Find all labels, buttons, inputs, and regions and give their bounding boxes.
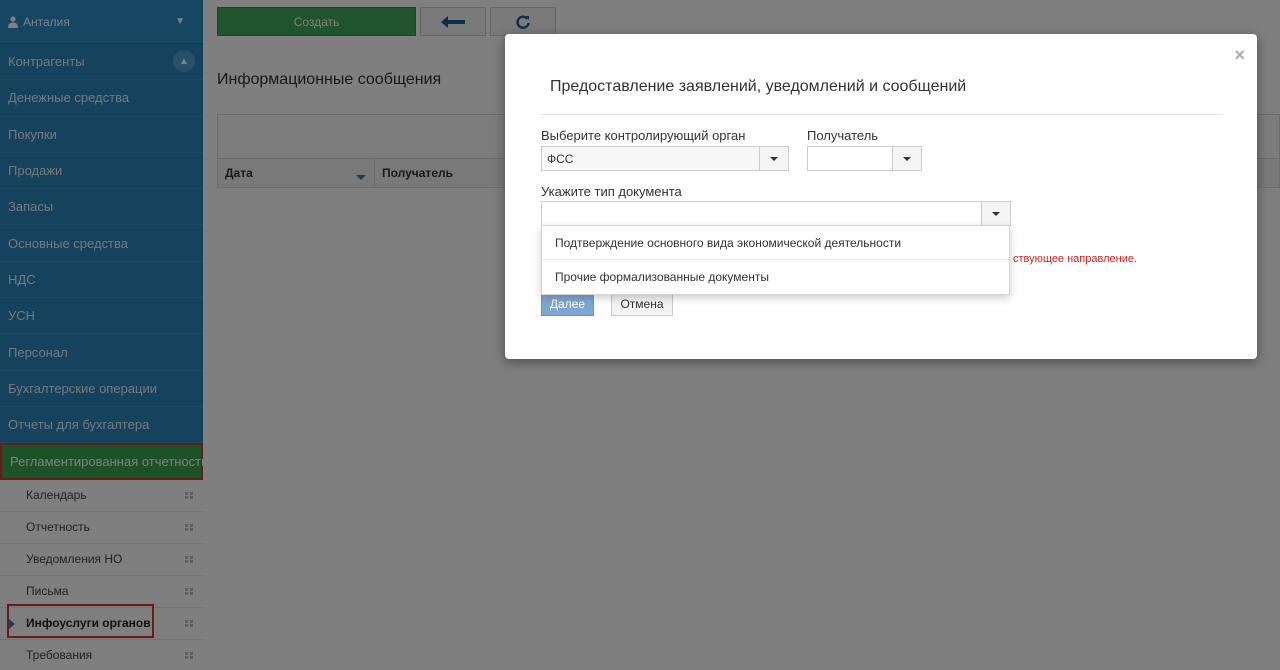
next-button[interactable]: Далее: [541, 292, 594, 316]
chevron-down-icon[interactable]: [981, 202, 1010, 225]
dropdown-option[interactable]: Прочие формализованные документы: [542, 260, 1009, 294]
doc-type-select[interactable]: [541, 201, 1011, 226]
org-label: Выберите контролирующий орган: [541, 128, 746, 143]
doc-type-label: Укажите тип документа: [541, 184, 682, 199]
dropdown-option[interactable]: Подтверждение основного вида экономическ…: [542, 226, 1009, 260]
chevron-down-icon[interactable]: [759, 147, 788, 170]
org-select-value: ФСС: [542, 147, 759, 170]
recipient-select-value: [808, 147, 892, 170]
close-icon[interactable]: ×: [1234, 46, 1245, 64]
recipient-select[interactable]: [807, 146, 922, 171]
hint-text: ствующее направление.: [1013, 253, 1138, 265]
doc-type-dropdown: Подтверждение основного вида экономическ…: [541, 225, 1010, 295]
recipient-label: Получатель: [807, 128, 879, 143]
dialog-title: Предоставление заявлений, уведомлений и …: [550, 78, 967, 95]
cancel-button[interactable]: Отмена: [611, 292, 673, 316]
divider: [540, 114, 1222, 115]
doc-type-select-value: [542, 202, 981, 225]
chevron-down-icon[interactable]: [892, 147, 921, 170]
org-select[interactable]: ФСС: [541, 146, 789, 171]
submission-dialog: × Предоставление заявлений, уведомлений …: [505, 34, 1257, 359]
